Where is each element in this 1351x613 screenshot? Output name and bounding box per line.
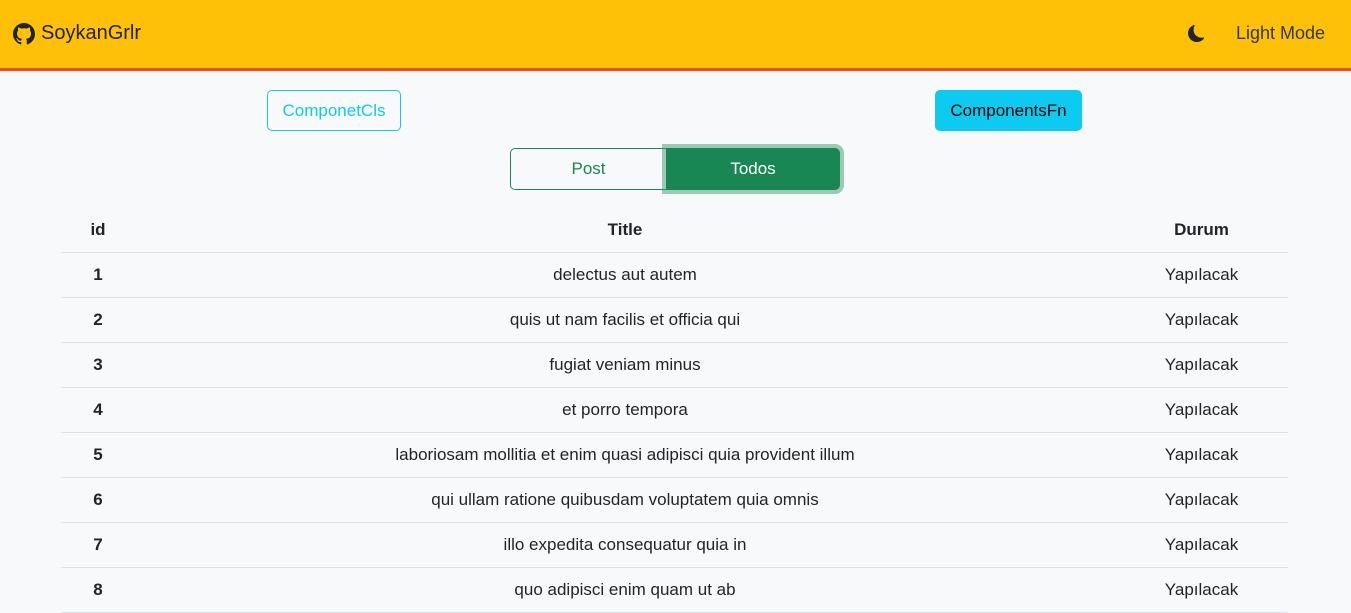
row-durum: Yapılacak	[1115, 387, 1288, 433]
table-row: 1 delectus aut autem Yapılacak	[61, 252, 1288, 298]
row-durum: Yapılacak	[1115, 342, 1288, 388]
row-id: 1	[61, 252, 135, 298]
row-id: 8	[61, 567, 135, 613]
header-title: Title	[135, 208, 1115, 253]
table-row: 3 fugiat veniam minus Yapılacak	[61, 342, 1288, 388]
row-title: qui ullam ratione quibusdam voluptatem q…	[135, 477, 1115, 523]
post-todos-toggle: Post Todos	[510, 148, 840, 190]
table-row: 4 et porro tempora Yapılacak	[61, 387, 1288, 433]
row-id: 6	[61, 477, 135, 523]
table-row: 5 laboriosam mollitia et enim quasi adip…	[61, 432, 1288, 478]
table-row: 8 quo adipisci enim quam ut ab Yapılacak	[61, 567, 1288, 613]
row-id: 2	[61, 297, 135, 343]
github-icon	[13, 22, 35, 45]
components-fn-button[interactable]: ComponentsFn	[935, 90, 1082, 131]
moon-icon[interactable]	[1186, 22, 1208, 44]
row-title: et porro tempora	[135, 387, 1115, 433]
row-durum: Yapılacak	[1115, 432, 1288, 478]
todos-table-container: id Title Durum 1 delectus aut autem Yapı…	[61, 208, 1288, 613]
table-row: 6 qui ullam ratione quibusdam voluptatem…	[61, 477, 1288, 523]
row-durum: Yapılacak	[1115, 477, 1288, 523]
row-durum: Yapılacak	[1115, 522, 1288, 568]
header-id: id	[61, 208, 135, 253]
nav-right: Light Mode	[1186, 22, 1325, 44]
row-id: 3	[61, 342, 135, 388]
component-cls-button[interactable]: ComponetCls	[267, 90, 401, 131]
row-title: illo expedita consequatur quia in	[135, 522, 1115, 568]
table-row: 2 quis ut nam facilis et officia qui Yap…	[61, 297, 1288, 343]
todos-button[interactable]: Todos	[666, 148, 840, 190]
top-navbar: SoykanGrlr Light Mode	[0, 0, 1351, 71]
row-title: delectus aut autem	[135, 252, 1115, 298]
row-title: quis ut nam facilis et officia qui	[135, 297, 1115, 343]
header-durum: Durum	[1115, 208, 1288, 253]
row-title: laboriosam mollitia et enim quasi adipis…	[135, 432, 1115, 478]
row-title: fugiat veniam minus	[135, 342, 1115, 388]
row-id: 5	[61, 432, 135, 478]
row-durum: Yapılacak	[1115, 297, 1288, 343]
row-durum: Yapılacak	[1115, 252, 1288, 298]
row-title: quo adipisci enim quam ut ab	[135, 567, 1115, 613]
light-mode-toggle[interactable]: Light Mode	[1236, 23, 1325, 44]
brand-name: SoykanGrlr	[41, 22, 142, 44]
brand-link[interactable]: SoykanGrlr	[13, 22, 141, 45]
row-id: 4	[61, 387, 135, 433]
row-id: 7	[61, 522, 135, 568]
table-header-row: id Title Durum	[61, 208, 1288, 253]
table-row: 7 illo expedita consequatur quia in Yapı…	[61, 522, 1288, 568]
post-button[interactable]: Post	[510, 148, 666, 190]
row-durum: Yapılacak	[1115, 567, 1288, 613]
todos-table: id Title Durum 1 delectus aut autem Yapı…	[61, 208, 1288, 613]
